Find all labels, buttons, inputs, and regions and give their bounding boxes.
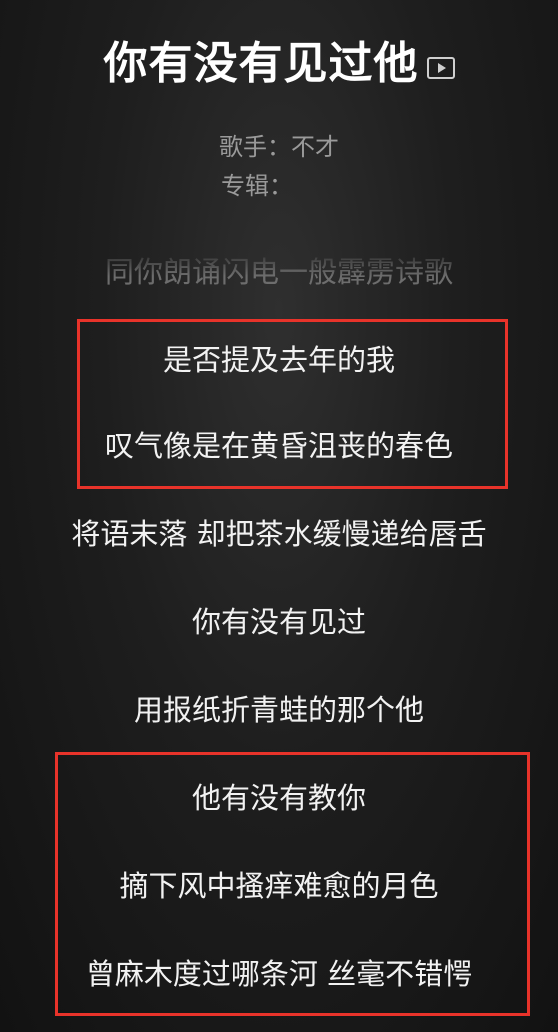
lyric-line: 是否提及去年的我 — [162, 343, 395, 377]
lyric-line: 摘下风中搔痒难愈的月色 — [119, 869, 439, 903]
lyric-line: 他有没有教你 — [191, 781, 366, 815]
lyric-line: 曾麻木度过哪条河 丝毫不错愕 — [85, 957, 473, 991]
song-title-row: 你有没有见过他 — [0, 36, 558, 92]
lyric-line: 同你朗诵闪电一般霹雳诗歌 — [104, 255, 453, 289]
video-play-icon[interactable] — [426, 57, 455, 79]
lyric-line: 你有没有见过 — [191, 605, 366, 639]
artist-line: 歌手：不才 — [0, 132, 558, 162]
album-line: 专辑： — [0, 171, 558, 201]
lyric-line: 叹气像是在黄昏沮丧的春色 — [104, 429, 453, 463]
lyric-line: 用报纸折青蛙的那个他 — [133, 693, 424, 727]
song-title: 你有没有见过他 — [103, 38, 419, 89]
album-text: 专辑： — [221, 172, 293, 200]
lyric-line: 将语末落 却把茶水缓慢递给唇舌 — [71, 517, 487, 551]
artist-text: 歌手：不才 — [219, 133, 339, 161]
